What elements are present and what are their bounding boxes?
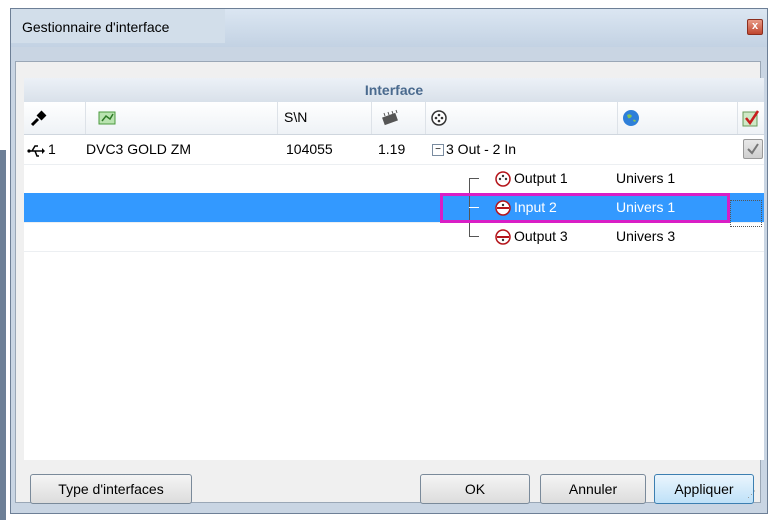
interface-types-button[interactable]: Type d'interfaces xyxy=(30,474,192,504)
tree-line-branch-3 xyxy=(469,236,479,237)
device-enabled-checkbox[interactable] xyxy=(743,139,763,159)
output-port-icon xyxy=(495,171,511,187)
column-header-connector[interactable] xyxy=(24,102,86,134)
title-bar[interactable]: Gestionnaire d'interface x xyxy=(11,9,767,47)
device-index: 1 xyxy=(48,141,56,157)
output-port-icon xyxy=(495,229,511,245)
tree-expander-button[interactable]: − xyxy=(432,144,444,156)
column-header-enabled[interactable] xyxy=(738,102,764,134)
column-header-serial[interactable]: S\N xyxy=(278,102,372,134)
highlight-annotation-box xyxy=(440,193,730,223)
ok-button[interactable]: OK xyxy=(420,474,530,504)
window-title: Gestionnaire d'interface xyxy=(22,19,170,35)
interface-manager-dialog: Gestionnaire d'interface x Interface S\N… xyxy=(10,8,768,514)
dmx-port-icon xyxy=(431,110,447,126)
column-headers: S\N xyxy=(24,102,764,135)
tree-line-branch-1 xyxy=(469,178,479,179)
device-name: DVC3 GOLD ZM xyxy=(86,141,192,157)
port-universe: Univers 1 xyxy=(616,170,676,186)
port-name: Output 1 xyxy=(514,170,568,186)
group-header-label: Interface xyxy=(364,82,424,98)
port-row-output-1[interactable]: Output 1 Univers 1 xyxy=(24,164,764,194)
check-icon xyxy=(742,110,760,127)
device-ports-summary: 3 Out - 2 In xyxy=(446,141,517,157)
interface-table: Interface S\N 1 DVC3 GOLD ZM 104055 1.19… xyxy=(24,78,764,460)
port-universe: Univers 3 xyxy=(616,228,676,244)
close-button[interactable]: x xyxy=(747,19,763,35)
resize-grip-icon[interactable]: ⋰ xyxy=(747,489,756,500)
globe-icon xyxy=(623,110,639,126)
device-serial: 104055 xyxy=(286,141,333,157)
chip-icon xyxy=(382,109,398,126)
port-name: Output 3 xyxy=(514,228,568,244)
column-header-ports[interactable] xyxy=(426,102,618,134)
serial-column-label: S\N xyxy=(284,109,308,125)
device-row[interactable]: 1 DVC3 GOLD ZM 104055 1.19 − 3 Out - 2 I… xyxy=(24,135,764,165)
title-tab: Gestionnaire d'interface xyxy=(11,9,225,43)
checkmark-icon xyxy=(747,143,759,155)
dialog-content: Interface S\N 1 DVC3 GOLD ZM 104055 1.19… xyxy=(15,61,764,504)
port-row-output-3[interactable]: Output 3 Univers 3 xyxy=(24,222,764,252)
card-icon xyxy=(98,111,116,125)
column-header-universe[interactable] xyxy=(618,102,738,134)
connector-icon xyxy=(30,110,47,127)
background-window-edge xyxy=(0,150,6,520)
usb-icon xyxy=(27,145,45,157)
column-header-card[interactable] xyxy=(86,102,278,134)
cancel-button[interactable]: Annuler xyxy=(540,474,646,504)
focus-rectangle xyxy=(730,200,762,227)
apply-button[interactable]: Appliquer xyxy=(654,474,754,504)
device-version: 1.19 xyxy=(378,141,406,157)
interface-group-header: Interface xyxy=(24,78,764,103)
column-header-version[interactable] xyxy=(372,102,426,134)
